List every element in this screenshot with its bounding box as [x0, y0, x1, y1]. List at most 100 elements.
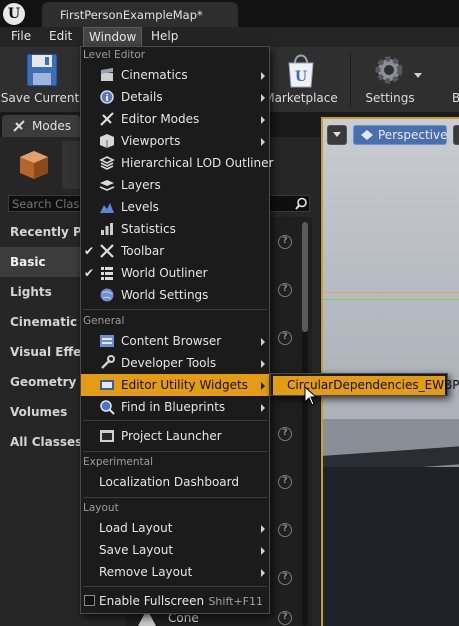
menu-item-world-outliner[interactable]: ✔ World Outliner [81, 262, 269, 284]
category-geometry[interactable]: Geometry [0, 367, 82, 397]
menu-bar: File Edit Window Help [0, 27, 459, 47]
menu-item-enable-fullscreen[interactable]: Enable Fullscreen Shift+F11 [81, 590, 269, 612]
category-basic[interactable]: Basic [0, 247, 82, 277]
section-experimental: Experimental [83, 456, 154, 468]
menu-help[interactable]: Help [146, 27, 183, 47]
menu-item-statistics[interactable]: Statistics [81, 218, 269, 240]
perspective-button[interactable]: Perspective [353, 125, 448, 145]
menu-item-label: Find in Blueprints [121, 400, 226, 414]
fullscreen-checkbox[interactable] [84, 595, 95, 606]
statistics-icon [101, 223, 113, 235]
menu-window[interactable]: Window [83, 27, 143, 47]
submenu-item-circular-dependencies[interactable]: CircularDependencies_EWBP [273, 376, 459, 395]
clapperboard-icon [101, 68, 113, 81]
menu-item-load-layout[interactable]: Load Layout [81, 517, 269, 539]
mouse-cursor-icon [304, 386, 318, 406]
viewport-options-button[interactable] [327, 125, 347, 145]
menu-item-save-layout[interactable]: Save Layout [81, 539, 269, 561]
submenu-arrow-icon [261, 382, 265, 390]
menu-item-hlod-outliner[interactable]: Hierarchical LOD Outliner [81, 152, 273, 174]
menu-item-localization-dashboard[interactable]: Localization Dashboard [81, 471, 269, 493]
help-icon[interactable]: ? [278, 475, 292, 489]
place-mode-icon[interactable] [16, 147, 52, 183]
category-cinematic[interactable]: Cinematic [0, 307, 82, 337]
menu-item-cinematics[interactable]: Cinematics [81, 64, 269, 86]
menu-item-label: Enable Fullscreen [99, 594, 205, 608]
menu-item-levels[interactable]: Levels [81, 196, 269, 218]
submenu-arrow-icon [261, 360, 265, 368]
menu-item-label: World Settings [121, 288, 209, 302]
category-volumes[interactable]: Volumes [0, 397, 82, 427]
view-mode-button[interactable] [453, 125, 459, 145]
menu-item-layers[interactable]: Layers [81, 174, 269, 196]
menu-item-content-browser[interactable]: Content Browser [81, 330, 269, 352]
scrollbar-thumb[interactable] [302, 222, 308, 332]
submenu-arrow-icon [261, 569, 265, 577]
help-icon[interactable]: ? [278, 523, 292, 537]
menu-item-developer-tools[interactable]: Developer Tools [81, 352, 269, 374]
menu-file[interactable]: File [6, 27, 36, 47]
menu-edit[interactable]: Edit [44, 27, 77, 47]
items-scrollbar[interactable] [302, 222, 308, 626]
menu-item-label: Layers [121, 178, 161, 192]
perspective-cube-icon [361, 130, 373, 140]
menu-item-find-in-blueprints[interactable]: Find in Blueprints [81, 396, 269, 418]
category-lights[interactable]: Lights [0, 277, 82, 307]
document-tab[interactable]: FirstPersonExampleMap* [42, 2, 238, 28]
launcher-icon [100, 430, 114, 442]
save-current-button[interactable]: Save Current [0, 47, 80, 113]
submenu-arrow-icon [261, 94, 265, 102]
menu-item-label: Content Browser [121, 334, 222, 348]
help-icon[interactable]: ? [278, 331, 292, 345]
title-bar: U FirstPersonExampleMap* [0, 0, 459, 28]
modes-tab[interactable]: Modes [2, 115, 80, 137]
guide-line-green [323, 299, 459, 300]
menu-divider [83, 420, 267, 421]
menu-item-editor-utility-widgets[interactable]: Editor Utility Widgets [81, 374, 269, 396]
submenu-arrow-icon [261, 525, 265, 533]
perspective-label: Perspective [378, 128, 448, 142]
menu-item-details[interactable]: i Details [81, 86, 269, 108]
submenu-arrow-icon [261, 404, 265, 412]
menu-item-world-settings[interactable]: World Settings [81, 284, 269, 306]
paint-mode-icon[interactable] [62, 141, 82, 189]
menu-item-project-launcher[interactable]: Project Launcher [81, 425, 269, 447]
svg-text:U: U [295, 69, 307, 85]
truncated-toolbar-label: B [452, 91, 459, 105]
menu-item-label: Localization Dashboard [99, 475, 239, 489]
find-blueprint-icon [100, 400, 115, 415]
search-icon [295, 197, 307, 210]
outliner-icon [101, 267, 113, 280]
level-viewport[interactable]: Perspective [321, 117, 459, 626]
section-general: General [83, 315, 125, 327]
menu-item-toolbar[interactable]: ✔ Toolbar [81, 240, 269, 262]
help-icon[interactable]: ? [278, 283, 292, 297]
menu-item-viewports[interactable]: Viewports [81, 130, 269, 152]
category-all-classes[interactable]: All Classes [0, 427, 82, 457]
chevron-down-icon [333, 132, 341, 137]
floppy-disk-icon [26, 53, 58, 87]
marketplace-button[interactable]: U Marketplace [262, 47, 340, 113]
widget-icon [100, 380, 114, 390]
modes-icon [100, 112, 114, 126]
marketplace-label: Marketplace [264, 91, 338, 105]
help-icon[interactable]: ? [278, 427, 292, 441]
help-icon[interactable]: ? [278, 235, 292, 249]
toolbar-separator [350, 53, 351, 107]
tools-icon [100, 244, 114, 258]
help-icon[interactable]: ? [278, 611, 292, 625]
save-current-label: Save Current [0, 91, 80, 105]
guide-line-orange [323, 292, 459, 293]
help-icon[interactable]: ? [278, 571, 292, 585]
menu-item-label: Statistics [121, 222, 176, 236]
category-recently-placed[interactable]: Recently Placed [0, 217, 118, 247]
viewport-block [323, 467, 459, 626]
menu-item-remove-layout[interactable]: Remove Layout [81, 561, 269, 583]
unreal-logo-icon: U [3, 3, 25, 25]
magnifier-icon: i [100, 90, 114, 104]
submenu-arrow-icon [261, 138, 265, 146]
settings-button[interactable]: Settings [354, 47, 426, 113]
category-visual-effects[interactable]: Visual Effects [0, 337, 101, 367]
submenu-arrow-icon [261, 72, 265, 80]
menu-item-editor-modes[interactable]: Editor Modes [81, 108, 269, 130]
